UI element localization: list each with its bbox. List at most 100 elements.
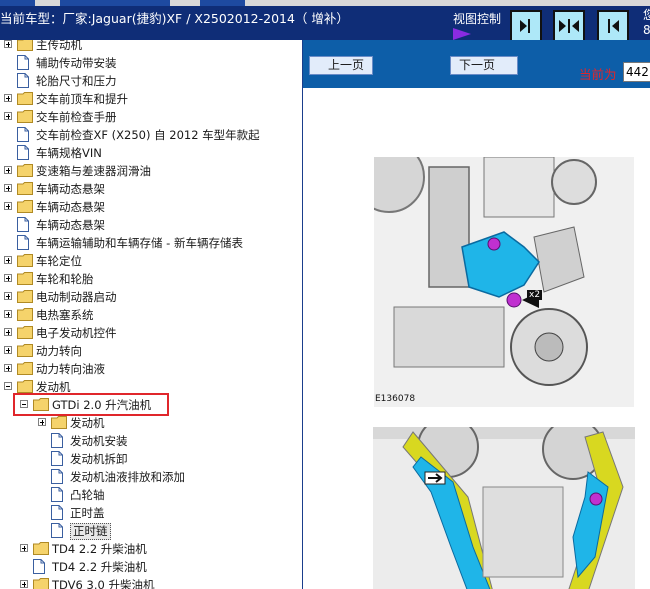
tree-item-label: TDV6 3.0 升柴油机 (52, 578, 155, 589)
tree-item-label: 正时链 (70, 523, 111, 540)
tree-item[interactable]: TDV6 3.0 升柴油机 (0, 576, 300, 589)
purple-arrow-icon (453, 28, 471, 40)
collapse-icon[interactable] (4, 382, 12, 390)
view-left-panel-icon (520, 19, 530, 33)
tree-item[interactable]: 发动机安装 (0, 432, 300, 450)
tree-item[interactable]: 正时链 (0, 522, 300, 540)
expand-icon[interactable] (4, 364, 12, 372)
figure-label: E136078 (375, 394, 416, 404)
tree-item-label: 车辆动态悬架 (36, 200, 105, 214)
document-viewer: 上一页 下一页 当前为 442 E136078 x2 (303, 40, 650, 589)
expand-icon[interactable] (4, 166, 12, 174)
tree-item-label: 轮胎尺寸和压力 (36, 74, 117, 88)
timing-chain-illustration (373, 427, 635, 589)
folder-icon (17, 92, 33, 105)
page-number-input[interactable]: 442 (623, 62, 650, 82)
folder-icon (17, 40, 33, 51)
tree-item-label: 车轮和轮胎 (36, 272, 94, 286)
tree-item-label: 车辆动态悬架 (36, 218, 105, 232)
document-icon (51, 487, 63, 502)
tree-item[interactable]: 电动制动器启动 (0, 288, 300, 306)
tree-item[interactable]: 正时盖 (0, 504, 300, 522)
view-split-button[interactable] (553, 10, 585, 42)
folder-icon (17, 380, 33, 393)
tree-item[interactable]: 车辆动态悬架 (0, 198, 300, 216)
tree-item-label: 动力转向 (36, 344, 82, 358)
tree-item[interactable]: 车辆动态悬架 (0, 180, 300, 198)
expand-icon[interactable] (4, 310, 12, 318)
tree-item[interactable]: 车辆运输辅助和车辆存储 - 新车辆存储表 (0, 234, 300, 252)
tree-item[interactable]: 车轮和轮胎 (0, 270, 300, 288)
tree-item[interactable]: TD4 2.2 升柴油机 (0, 540, 300, 558)
prev-page-button[interactable]: 上一页 (309, 56, 373, 75)
highlight-box (13, 393, 169, 416)
tree-item-label: 正时盖 (70, 506, 105, 520)
tree-item[interactable]: 轮胎尺寸和压力 (0, 72, 300, 90)
tree-item[interactable]: 车辆规格VIN (0, 144, 300, 162)
folder-icon (17, 200, 33, 213)
tree-item[interactable]: 车轮定位 (0, 252, 300, 270)
expand-icon[interactable] (38, 418, 46, 426)
tree-item-label: 车辆规格VIN (36, 146, 102, 160)
quantity-callout: x2 (527, 290, 543, 300)
tree-item-label: 交车前顶车和提升 (36, 92, 128, 106)
tree-item[interactable]: 车辆动态悬架 (0, 216, 300, 234)
document-icon (33, 559, 45, 574)
expand-icon[interactable] (4, 346, 12, 354)
tree-item[interactable]: 动力转向油液 (0, 360, 300, 378)
expand-icon[interactable] (4, 184, 12, 192)
view-right-panel-button[interactable] (597, 10, 629, 42)
expand-icon[interactable] (4, 256, 12, 264)
folder-icon (33, 578, 49, 589)
tree-item[interactable]: 变速箱与差速器润滑油 (0, 162, 300, 180)
tree-item-label: 发动机油液排放和添加 (70, 470, 185, 484)
tree-item-label: TD4 2.2 升柴油机 (52, 560, 147, 574)
document-icon (51, 451, 63, 466)
tree-item[interactable]: 电热塞系统 (0, 306, 300, 324)
title-bar: 当前车型：厂家:Jaguar(捷豹)XF / X2502012-2014（ 增补… (0, 0, 650, 42)
document-icon (17, 217, 29, 232)
expand-icon[interactable] (4, 112, 12, 120)
expand-icon[interactable] (4, 292, 12, 300)
tree-item[interactable]: 辅助传动带安装 (0, 54, 300, 72)
folder-icon (17, 362, 33, 375)
tree-item-label: 发动机 (70, 416, 105, 430)
tree-item-label: 发动机安装 (70, 434, 128, 448)
tree-item[interactable]: TD4 2.2 升柴油机 (0, 558, 300, 576)
tree-item[interactable]: 交车前检查手册 (0, 108, 300, 126)
folder-icon (17, 182, 33, 195)
expand-icon[interactable] (4, 274, 12, 282)
document-icon (51, 523, 63, 538)
tree-item[interactable]: 凸轮轴 (0, 486, 300, 504)
tree-item[interactable]: 交车前顶车和提升 (0, 90, 300, 108)
next-page-button[interactable]: 下一页 (450, 56, 518, 75)
navigation-tree[interactable]: 主传动机辅助传动带安装轮胎尺寸和压力 交车前顶车和提升交车前检查手册交车前检查XF… (0, 40, 304, 589)
folder-icon (17, 164, 33, 177)
tree-item[interactable]: 发动机拆卸 (0, 450, 300, 468)
tree-item[interactable]: 发动机油液排放和添加 (0, 468, 300, 486)
view-right-panel-icon (608, 19, 619, 33)
folder-icon (17, 272, 33, 285)
expand-icon[interactable] (4, 328, 12, 336)
tree-item-label: 交车前检查XF (X250) 自 2012 车型年款起 (36, 128, 260, 142)
current-page-label: 当前为 (579, 67, 617, 82)
tree-item[interactable]: 发动机 (0, 414, 300, 432)
tree-item-label: 凸轮轴 (70, 488, 105, 502)
expand-icon[interactable] (20, 580, 28, 588)
view-left-panel-button[interactable] (510, 10, 542, 42)
tree-item-label: 电热塞系统 (36, 308, 94, 322)
tree-item-label: 主传动机 (36, 40, 82, 52)
tree-item-label: TD4 2.2 升柴油机 (52, 542, 147, 556)
tree-item[interactable]: 主传动机 (0, 40, 300, 54)
tree-item[interactable]: 交车前检查XF (X250) 自 2012 车型年款起 (0, 126, 300, 144)
tree-item[interactable]: 动力转向 (0, 342, 300, 360)
document-icon (51, 433, 63, 448)
expand-icon[interactable] (4, 202, 12, 210)
expand-icon[interactable] (4, 40, 12, 48)
tree-item-label: 车轮定位 (36, 254, 82, 268)
expand-icon[interactable] (4, 94, 12, 102)
expand-icon[interactable] (20, 544, 28, 552)
engine-timing-illustration (374, 157, 634, 407)
tree-item-label: 变速箱与差速器润滑油 (36, 164, 151, 178)
tree-item[interactable]: 电子发动机控件 (0, 324, 300, 342)
